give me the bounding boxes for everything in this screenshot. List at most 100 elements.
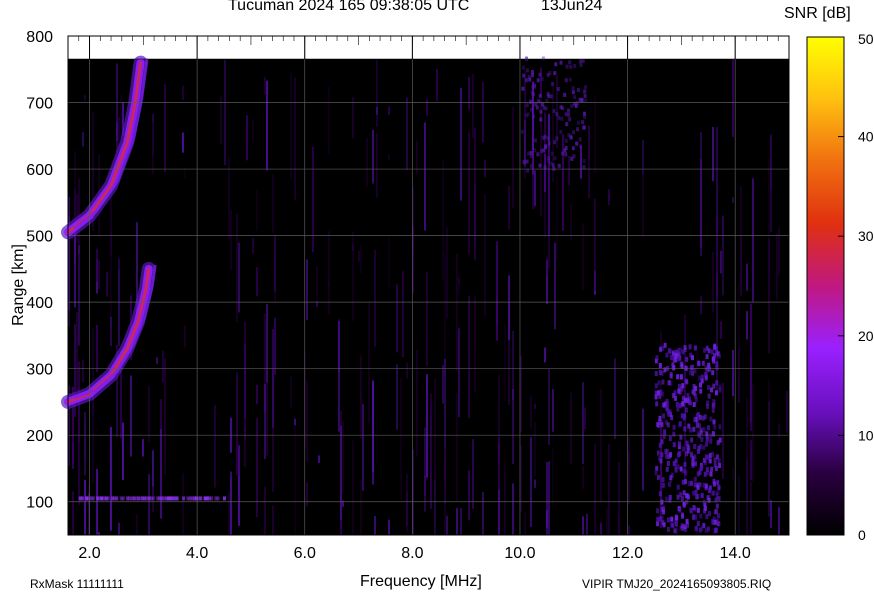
spread-echo-cell: [684, 479, 688, 485]
noise-column: [472, 73, 474, 139]
spread-echo-cell: [662, 509, 666, 515]
noise-column: [328, 86, 330, 154]
noise-column: [118, 260, 120, 347]
noise-patch: [555, 136, 559, 141]
noise-patch: [556, 86, 560, 91]
noise-column: [556, 175, 558, 260]
spread-echo-cell: [666, 422, 670, 428]
spread-echo-cell: [674, 352, 678, 358]
x-tick-label: 12.0: [612, 545, 643, 562]
noise-column: [446, 515, 448, 535]
noise-patch: [565, 64, 569, 69]
noise-patch: [536, 78, 540, 83]
noise-patch: [559, 105, 563, 110]
noise-patch: [571, 85, 575, 90]
spread-echo-cell: [681, 512, 685, 518]
spread-echo-cell: [695, 422, 699, 428]
noise-column: [316, 265, 318, 297]
noise-column: [374, 250, 376, 348]
noise-patch: [522, 160, 526, 165]
spread-echo-cell: [670, 522, 674, 528]
noise-patch: [533, 85, 537, 90]
noise-patch: [530, 73, 534, 78]
noise-column: [582, 516, 584, 535]
spread-echo-cell: [658, 516, 662, 522]
spread-echo-cell: [666, 526, 670, 532]
spread-echo-cell: [716, 513, 720, 519]
spread-echo-cell: [683, 413, 687, 419]
noise-column: [586, 513, 588, 535]
noise-column: [776, 233, 778, 300]
noise-column: [434, 473, 436, 535]
noise-column: [508, 185, 510, 230]
noise-column: [98, 260, 100, 290]
noise-patch: [569, 64, 573, 69]
spread-echo-cell: [717, 496, 721, 502]
spread-echo-cell: [678, 421, 682, 427]
spread-echo-cell: [702, 482, 706, 488]
noise-column: [732, 59, 734, 137]
noise-column: [184, 166, 186, 179]
noise-patch: [522, 73, 526, 78]
spread-echo-cell: [707, 425, 711, 431]
noise-column: [82, 132, 84, 147]
noise-column: [228, 491, 230, 535]
noise-patch: [525, 103, 529, 108]
noise-column: [498, 489, 500, 535]
noise-column: [770, 500, 772, 529]
spread-echo-cell: [669, 372, 673, 378]
spread-echo-cell: [704, 527, 708, 533]
noise-column: [442, 364, 444, 404]
noise-column: [182, 132, 184, 153]
spread-echo-cell: [688, 400, 692, 406]
interference-cell: [121, 496, 125, 501]
noise-column: [456, 253, 458, 372]
spread-echo-cell: [685, 493, 689, 499]
interference-cell: [182, 496, 186, 501]
spread-echo-cell: [693, 390, 697, 396]
spread-echo-cell: [693, 444, 697, 450]
noise-column: [606, 507, 608, 535]
spread-echo-cell: [715, 503, 719, 509]
noise-patch: [538, 93, 542, 98]
spread-echo-cell: [690, 480, 694, 486]
noise-patch: [557, 115, 561, 120]
noise-column: [474, 127, 476, 242]
spread-echo-cell: [718, 424, 722, 430]
noise-patch: [527, 151, 531, 156]
noise-patch: [584, 98, 588, 103]
noise-column: [750, 354, 752, 431]
spread-echo-cell: [674, 458, 678, 464]
interference-cell: [175, 496, 179, 501]
spread-echo-cell: [713, 424, 717, 430]
noise-column: [614, 358, 616, 439]
noise-column: [732, 349, 734, 397]
noise-column: [92, 392, 94, 484]
noise-column: [118, 522, 120, 535]
noise-patch: [547, 94, 551, 99]
noise-column: [530, 395, 532, 429]
spread-echo-cell: [666, 460, 670, 466]
spread-echo-cell: [678, 451, 682, 457]
noise-patch: [546, 136, 550, 141]
noise-column: [376, 107, 378, 115]
noise-patch: [564, 112, 568, 117]
spread-echo-cell: [706, 400, 710, 406]
spread-echo-cell: [673, 528, 677, 534]
noise-column: [594, 198, 596, 291]
interference-cell: [91, 496, 95, 501]
noise-patch: [571, 146, 575, 151]
noise-patch: [560, 116, 564, 121]
noise-column: [770, 133, 772, 190]
noise-column: [426, 99, 428, 116]
noise-column: [608, 195, 610, 205]
noise-patch: [559, 60, 563, 65]
noise-patch: [529, 99, 533, 104]
noise-patch: [573, 95, 577, 100]
noise-patch: [542, 148, 546, 153]
spread-echo-cell: [692, 504, 696, 510]
noise-column: [504, 472, 506, 535]
y-tick-label: 600: [26, 162, 53, 179]
noise-column: [342, 420, 344, 494]
spread-echo-cell: [712, 481, 716, 487]
